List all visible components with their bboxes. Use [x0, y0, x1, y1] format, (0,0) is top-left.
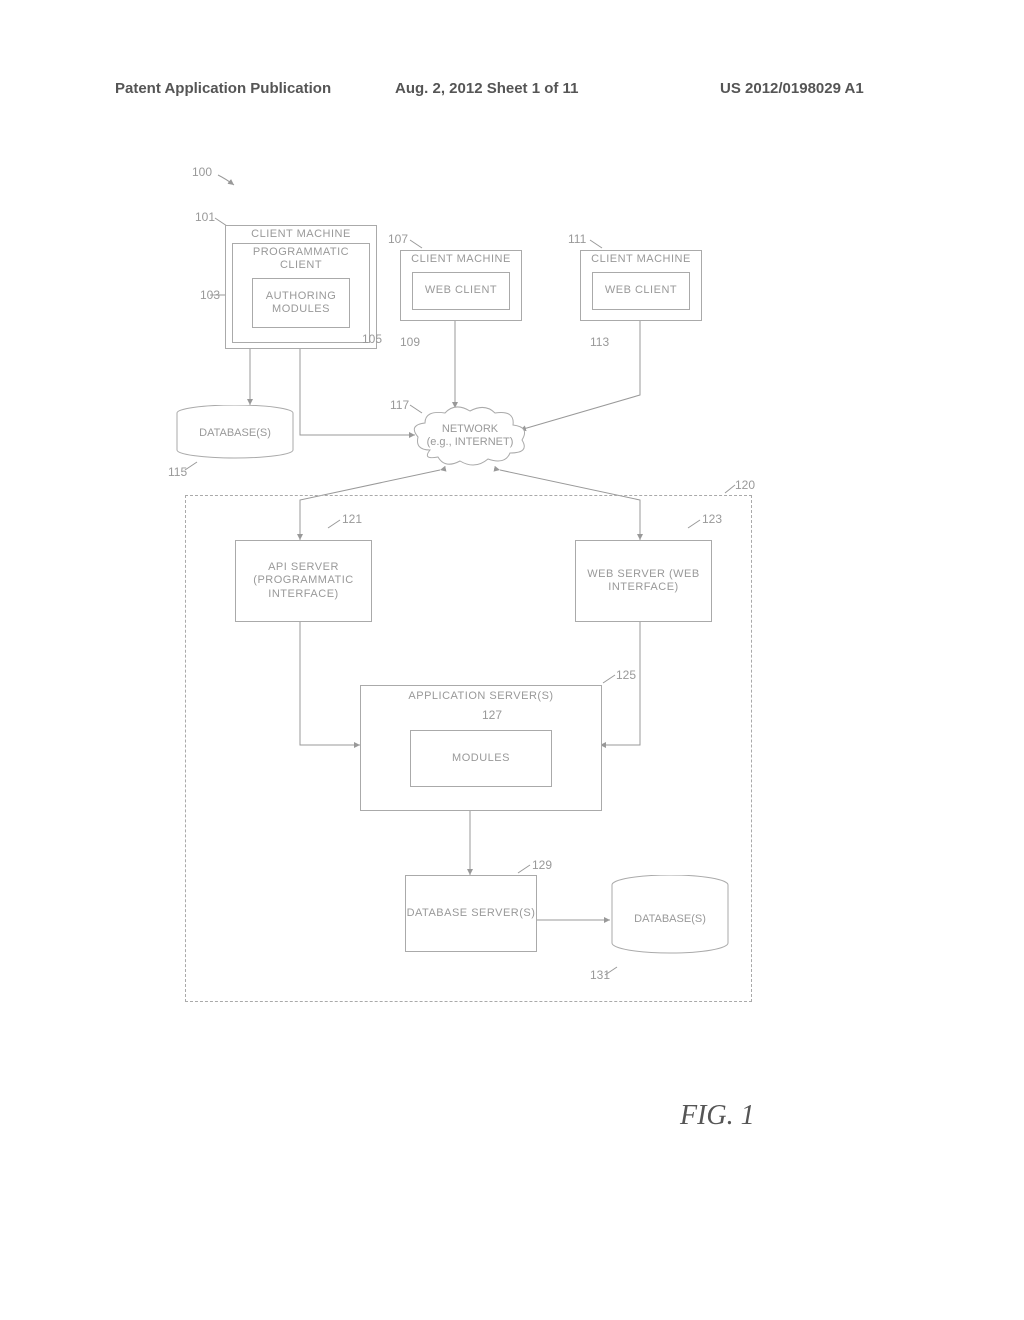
modules-label: MODULES	[452, 752, 510, 765]
client3-title: CLIENT MACHINE	[591, 253, 691, 266]
ref-131: 131	[590, 968, 610, 982]
database-server: DATABASE SERVER(S)	[405, 875, 537, 952]
dbserver-label: DATABASE SERVER(S)	[407, 907, 536, 920]
ref-115: 115	[168, 465, 187, 479]
authoring-modules: AUTHORING MODULES	[252, 278, 350, 328]
client1-prog-label: PROGRAMMATIC CLIENT	[233, 246, 369, 272]
ref-100: 100	[192, 165, 212, 179]
api-server-label: API SERVER (PROGRAMMATIC INTERFACE)	[236, 561, 371, 601]
db-right-label: DATABASE(S)	[610, 913, 730, 925]
ref-101: 101	[195, 210, 215, 224]
ref-109: 109	[400, 335, 420, 349]
db-left-label: DATABASE(S)	[175, 427, 295, 439]
web-server-label: WEB SERVER (WEB INTERFACE)	[576, 568, 711, 594]
client1-title: CLIENT MACHINE	[251, 228, 351, 241]
network-cloud: NETWORK (e.g., INTERNET)	[410, 405, 530, 470]
header-right: US 2012/0198029 A1	[720, 80, 864, 97]
header-center: Aug. 2, 2012 Sheet 1 of 11	[395, 80, 578, 97]
client1-auth-label: AUTHORING MODULES	[253, 290, 349, 316]
client2-web-label: WEB CLIENT	[425, 284, 497, 297]
database-left: DATABASE(S)	[175, 405, 295, 460]
page: Patent Application Publication Aug. 2, 2…	[0, 0, 1024, 1320]
ref-103: 103	[200, 288, 220, 302]
web-client-2: WEB CLIENT	[412, 272, 510, 310]
database-right: DATABASE(S)	[610, 875, 730, 955]
header-left: Patent Application Publication	[115, 80, 331, 97]
ref-120: 120	[735, 478, 755, 492]
modules: MODULES	[410, 730, 552, 787]
ref-125: 125	[616, 668, 636, 682]
ref-111: 111	[568, 232, 586, 246]
ref-123: 123	[702, 512, 722, 526]
ref-127: 127	[482, 708, 502, 722]
ref-121: 121	[342, 512, 362, 526]
client2-title: CLIENT MACHINE	[411, 253, 511, 266]
web-server: WEB SERVER (WEB INTERFACE)	[575, 540, 712, 622]
network-label-2: (e.g., INTERNET)	[427, 436, 514, 448]
ref-113: 113	[590, 335, 609, 349]
network-label-1: NETWORK	[442, 423, 498, 435]
api-server: API SERVER (PROGRAMMATIC INTERFACE)	[235, 540, 372, 622]
ref-117: 117	[390, 398, 409, 412]
figure-caption: FIG. 1	[680, 1100, 755, 1132]
web-client-3: WEB CLIENT	[592, 272, 690, 310]
appserver-label: APPLICATION SERVER(S)	[408, 690, 553, 703]
ref-105: 105	[362, 332, 382, 346]
client3-web-label: WEB CLIENT	[605, 284, 677, 297]
ref-129: 129	[532, 858, 552, 872]
ref-107: 107	[388, 232, 408, 246]
